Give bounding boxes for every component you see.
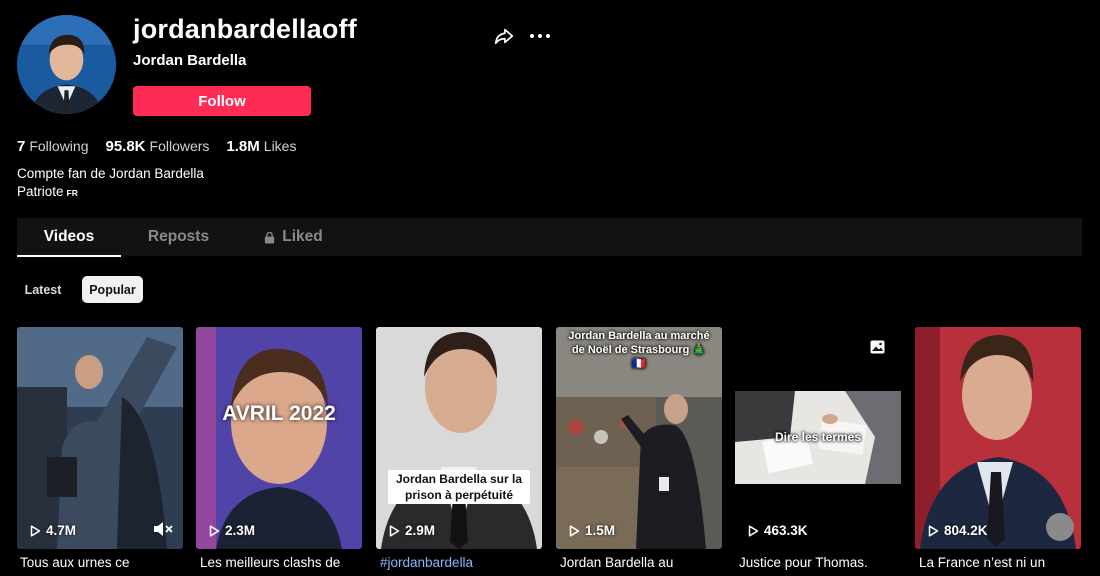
view-count: 2.3M (209, 523, 255, 538)
play-icon (30, 524, 41, 537)
filter-latest[interactable]: Latest (17, 276, 69, 303)
view-count-text: 1.5M (585, 523, 616, 538)
more-icon[interactable] (528, 25, 552, 47)
video-title-3[interactable]: #jordanbardella (380, 555, 546, 570)
video-thumbnail-6 (915, 327, 1081, 549)
video-title-6[interactable]: La France n’est ni un (919, 555, 1085, 570)
tab-liked[interactable]: Liked (253, 218, 333, 256)
video-card-3[interactable]: Jordan Bardella sur la prison à perpétui… (376, 327, 542, 549)
share-icon[interactable] (493, 25, 515, 47)
play-icon (389, 524, 400, 537)
video-title-2[interactable]: Les meilleurs clashs de (200, 555, 366, 570)
followers-stat[interactable]: 95.8K Followers (105, 138, 209, 155)
video-title-5[interactable]: Justice pour Thomas. (739, 555, 905, 570)
view-count-text: 4.7M (46, 523, 77, 538)
video-card-1[interactable]: 4.7M (17, 327, 183, 549)
bio-text: Patriote (17, 184, 64, 199)
likes-label: Likes (263, 138, 297, 154)
play-icon (748, 524, 759, 537)
tab-active-indicator (17, 255, 121, 257)
play-icon (928, 524, 939, 537)
video-card-2[interactable]: AVRIL 2022 2.3M (196, 327, 362, 549)
following-count: 7 (17, 138, 26, 155)
following-label: Following (29, 138, 89, 154)
video-card-5[interactable]: Dire les termes 463.3K (735, 327, 901, 549)
avatar[interactable] (17, 15, 116, 114)
mute-icon[interactable] (153, 521, 173, 537)
play-icon (569, 524, 580, 537)
followers-label: Followers (149, 138, 210, 154)
profile-stats: 7 Following 95.8K Followers 1.8M Likes (17, 138, 296, 155)
view-count: 4.7M (30, 523, 76, 538)
video-thumbnail-2 (196, 327, 362, 549)
video-card-6[interactable]: 804.2K (915, 327, 1081, 549)
view-count: 1.5M (569, 523, 615, 538)
video-thumbnail-3 (376, 327, 542, 549)
tab-liked-label: Liked (282, 228, 323, 245)
video-caption: Dire les termes (774, 430, 862, 444)
video-caption: Jordan Bardella sur la prison à perpétui… (388, 470, 530, 504)
video-title-4[interactable]: Jordan Bardella au (560, 555, 726, 570)
video-thumbnail-1 (17, 327, 183, 549)
view-count: 2.9M (389, 523, 435, 538)
bio-line-2: Patriote FR (17, 184, 78, 199)
video-caption: Jordan Bardella au marché de Noël de Str… (568, 330, 710, 370)
tab-videos-label: Videos (43, 228, 95, 245)
video-title-1[interactable]: Tous aux urnes ce (20, 555, 186, 570)
photo-icon (870, 340, 885, 354)
view-count-text: 804.2K (944, 523, 988, 538)
likes-count: 1.8M (226, 138, 260, 155)
tab-bar: Videos Reposts Liked (17, 218, 1082, 257)
view-count-text: 2.3M (225, 523, 256, 538)
view-count-text: 2.9M (405, 523, 436, 538)
tab-videos[interactable]: Videos (17, 218, 121, 257)
bio-line-1: Compte fan de Jordan Bardella (17, 166, 204, 181)
tab-reposts[interactable]: Reposts (137, 218, 220, 256)
likes-stat: 1.8M Likes (226, 138, 296, 155)
play-icon (209, 524, 220, 537)
video-overlay-text: AVRIL 2022 (222, 402, 336, 425)
tab-reposts-label: Reposts (147, 228, 210, 245)
profile-nickname: Jordan Bardella (133, 52, 247, 69)
country-flag: FR (66, 188, 78, 198)
following-stat[interactable]: 7 Following (17, 138, 88, 155)
followers-count: 95.8K (105, 138, 146, 155)
view-count-text: 463.3K (764, 523, 808, 538)
profile-username: jordanbardellaoff (133, 14, 357, 44)
filter-popular[interactable]: Popular (82, 276, 143, 303)
video-card-4[interactable]: Jordan Bardella au marché de Noël de Str… (556, 327, 722, 549)
lock-icon (265, 231, 275, 244)
view-count: 804.2K (928, 523, 988, 538)
view-count: 463.3K (748, 523, 808, 538)
follow-button[interactable]: Follow (133, 86, 311, 116)
